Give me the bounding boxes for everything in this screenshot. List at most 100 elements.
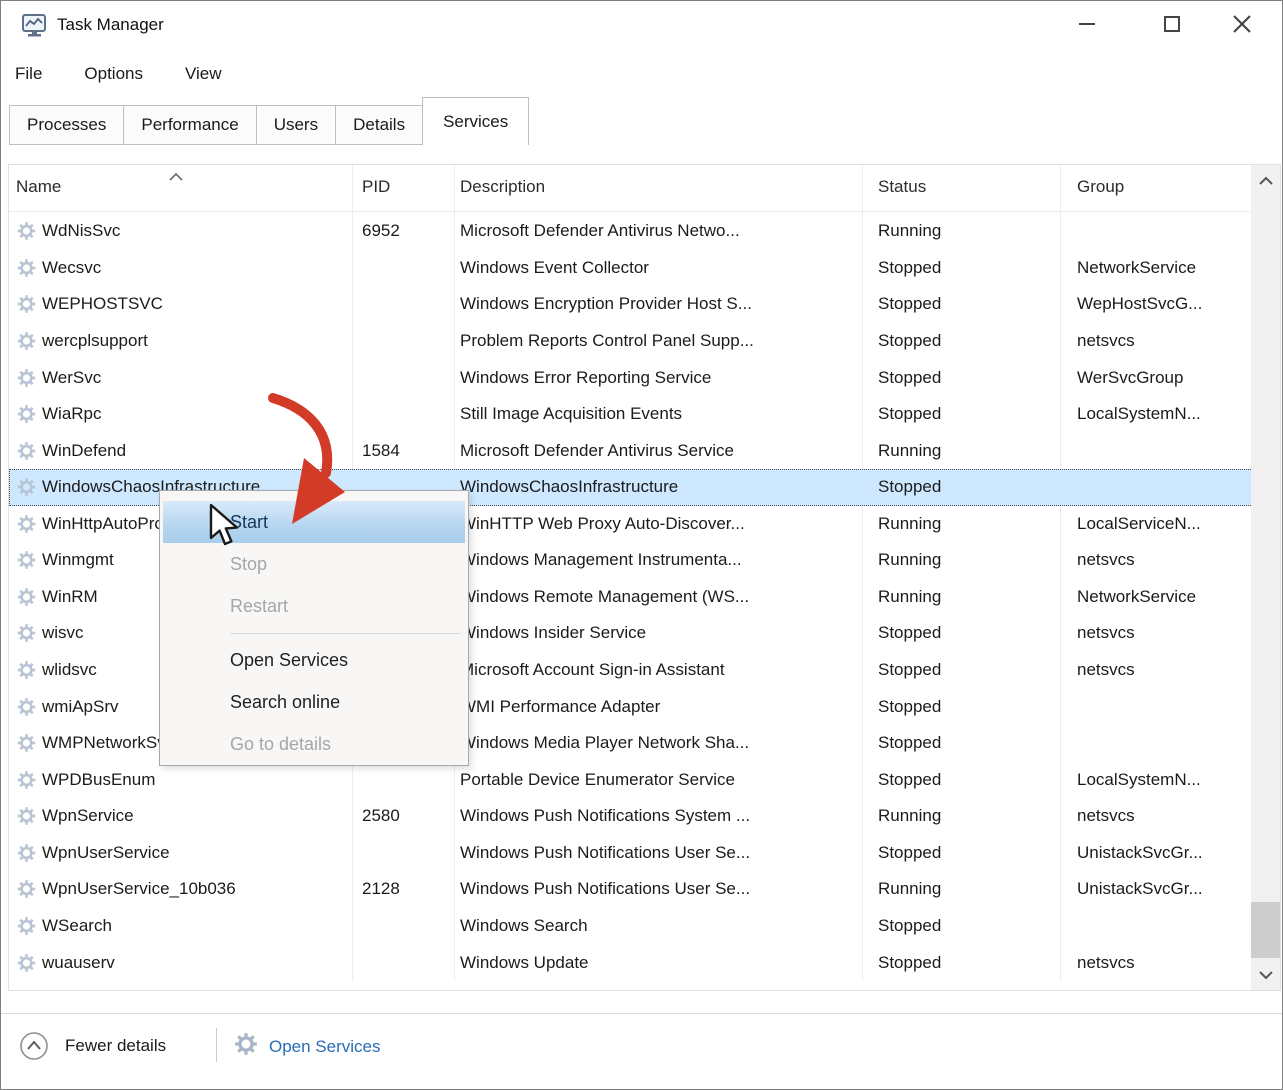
service-pid: 2580: [362, 806, 400, 826]
service-group: UnistackSvcGr...: [1077, 879, 1203, 899]
open-services-label: Open Services: [269, 1037, 381, 1057]
context-menu-item-search-online[interactable]: Search online: [160, 681, 468, 723]
close-button[interactable]: [1207, 1, 1277, 47]
scrollbar-thumb[interactable]: [1251, 902, 1280, 958]
table-row[interactable]: WEPHOSTSVCWindows Encryption Provider Ho…: [9, 286, 1253, 323]
service-status: Running: [878, 550, 941, 570]
column-header-group[interactable]: Group: [1077, 177, 1124, 197]
service-description: Windows Error Reporting Service: [460, 368, 711, 388]
column-header-description[interactable]: Description: [460, 177, 545, 197]
service-group: UnistackSvcGr...: [1077, 843, 1203, 863]
service-group: LocalSystemN...: [1077, 770, 1201, 790]
table-row[interactable]: WPDBusEnumPortable Device Enumerator Ser…: [9, 761, 1253, 798]
service-pid: 2128: [362, 879, 400, 899]
service-gear-icon: [16, 367, 37, 388]
menu-options[interactable]: Options: [84, 64, 143, 84]
tab-performance[interactable]: Performance: [123, 105, 255, 145]
service-group: NetworkService: [1077, 587, 1196, 607]
service-name: WinRM: [42, 587, 98, 607]
service-description: Windows Remote Management (WS...: [460, 587, 749, 607]
context-menu-item-open-services[interactable]: Open Services: [160, 639, 468, 681]
service-group: netsvcs: [1077, 660, 1135, 680]
table-row[interactable]: WinDefend1584Microsoft Defender Antiviru…: [9, 432, 1253, 469]
service-gear-icon: [16, 586, 37, 607]
service-description: Problem Reports Control Panel Supp...: [460, 331, 754, 351]
table-row[interactable]: WiaRpc Still Image Acquisition Events Stop…: [9, 396, 1253, 433]
column-header-name[interactable]: Name: [16, 177, 61, 197]
service-gear-icon: [16, 257, 37, 278]
minimize-button[interactable]: [1052, 1, 1122, 47]
service-description: Microsoft Defender Antivirus Service: [460, 441, 734, 461]
services-gear-icon: [233, 1031, 259, 1062]
scrollbar-up-button[interactable]: [1251, 165, 1280, 196]
service-name: WpnUserService_10b036: [42, 879, 236, 899]
service-group: LocalSystemN...: [1077, 404, 1201, 424]
service-group: netsvcs: [1077, 550, 1135, 570]
service-gear-icon: [16, 294, 37, 315]
open-services-link[interactable]: Open Services: [233, 1031, 381, 1062]
service-description: Windows Search: [460, 916, 588, 936]
service-gear-icon: [16, 769, 37, 790]
service-status: Stopped: [878, 770, 941, 790]
column-header-status[interactable]: Status: [878, 177, 926, 197]
service-group: WerSvcGroup: [1077, 368, 1183, 388]
task-manager-icon: [21, 12, 48, 44]
service-name: WinDefend: [42, 441, 126, 461]
service-gear-icon: [16, 221, 37, 242]
vertical-scrollbar[interactable]: [1251, 165, 1280, 990]
table-row[interactable]: wercplsupportProblem Reports Control Pan…: [9, 323, 1253, 360]
table-row[interactable]: WdNisSvc6952Microsoft Defender Antivirus…: [9, 213, 1253, 250]
service-name: Wecsvc: [42, 258, 101, 278]
service-name: WEPHOSTSVC: [42, 294, 163, 314]
tab-services[interactable]: Services: [422, 97, 529, 145]
title-bar: Task Manager: [1, 1, 1282, 51]
service-gear-icon: [16, 404, 37, 425]
maximize-button[interactable]: [1137, 1, 1207, 47]
service-status: Stopped: [878, 843, 941, 863]
context-menu-separator: [160, 627, 468, 639]
table-row[interactable]: WpnUserServiceWindows Push Notifications…: [9, 835, 1253, 872]
service-name: WMPNetworkSvc: [42, 733, 174, 753]
tab-processes[interactable]: Processes: [9, 105, 123, 145]
service-status: Running: [878, 514, 941, 534]
service-description: Windows Push Notifications User Se...: [460, 843, 750, 863]
service-gear-icon: [16, 477, 37, 498]
service-gear-icon: [16, 733, 37, 754]
service-group: netsvcs: [1077, 953, 1135, 973]
column-header-pid[interactable]: PID: [362, 177, 390, 197]
tab-bar: ProcessesPerformanceUsersDetailsServices: [9, 97, 529, 145]
service-status: Stopped: [878, 916, 941, 936]
service-status: Stopped: [878, 368, 941, 388]
table-row[interactable]: WpnService2580Windows Push Notifications…: [9, 798, 1253, 835]
scrollbar-down-button[interactable]: [1251, 959, 1280, 990]
service-status: Stopped: [878, 331, 941, 351]
task-manager-window: Task Manager File Options View ProcessesPe…: [0, 0, 1283, 1090]
close-icon: [1230, 12, 1254, 36]
service-gear-icon: [16, 440, 37, 461]
service-gear-icon: [16, 915, 37, 936]
service-gear-icon: [16, 550, 37, 571]
table-row[interactable]: wuauservWindows UpdateStoppednetsvcs: [9, 944, 1253, 981]
tab-users[interactable]: Users: [256, 105, 335, 145]
table-row[interactable]: WpnUserService_10b0362128Windows Push No…: [9, 871, 1253, 908]
service-name: Winmgmt: [42, 550, 114, 570]
service-name: WPDBusEnum: [42, 770, 155, 790]
menu-file[interactable]: File: [15, 64, 42, 84]
table-row[interactable]: WerSvcWindows Error Reporting ServiceSto…: [9, 359, 1253, 396]
service-name: WiaRpc: [42, 404, 102, 424]
service-status: Stopped: [878, 404, 941, 424]
service-pid: 6952: [362, 221, 400, 241]
service-description: WMI Performance Adapter: [460, 697, 660, 717]
table-row[interactable]: WecsvcWindows Event CollectorStoppedNetw…: [9, 250, 1253, 287]
fewer-details-button[interactable]: Fewer details: [19, 1031, 166, 1061]
tab-details[interactable]: Details: [335, 105, 422, 145]
service-status: Stopped: [878, 623, 941, 643]
table-header: Name PID Description Status Group: [9, 165, 1280, 212]
table-row[interactable]: WSearchWindows SearchStopped: [9, 908, 1253, 945]
service-status: Running: [878, 221, 941, 241]
sort-ascending-icon: [167, 167, 185, 187]
service-description: Microsoft Defender Antivirus Netwo...: [460, 221, 740, 241]
service-description: Still Image Acquisition Events: [460, 404, 682, 424]
menu-view[interactable]: View: [185, 64, 222, 84]
annotation-arrow: [241, 381, 381, 551]
